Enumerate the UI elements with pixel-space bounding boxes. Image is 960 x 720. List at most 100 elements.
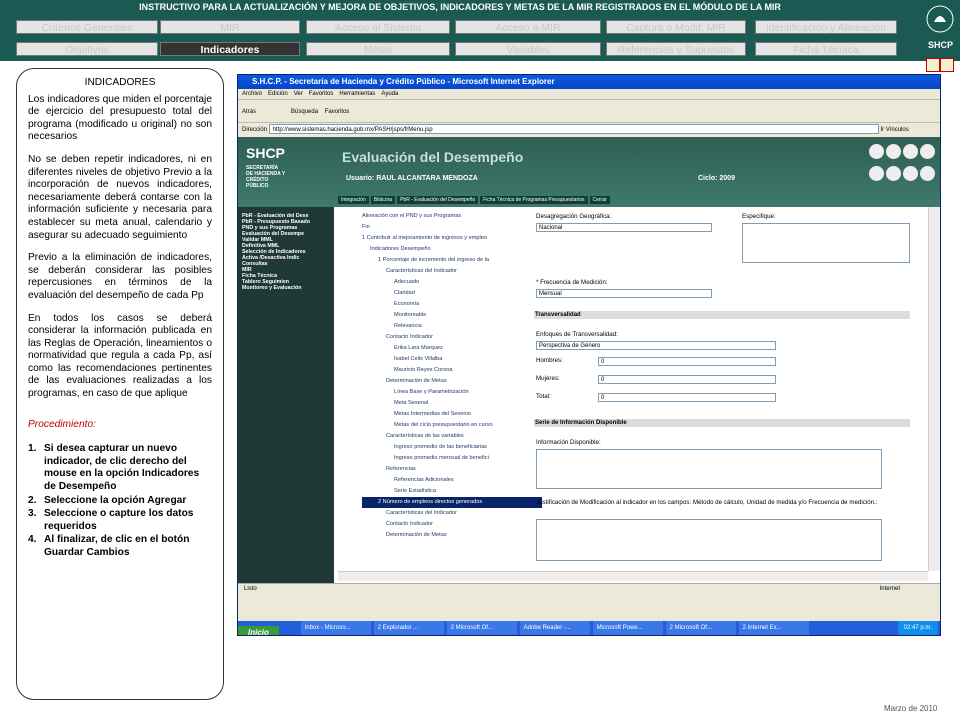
tree-node[interactable]: Alineación con el PND y sus Programas — [362, 211, 542, 222]
task-office-1[interactable]: 2 Microsoft Of... — [446, 621, 517, 635]
tree-node[interactable]: Referencias Adicionales — [362, 475, 542, 486]
hombres-input[interactable]: 0 — [598, 357, 776, 366]
task-ie[interactable]: 2 Internet Ex... — [738, 621, 809, 635]
tree-node[interactable]: Referencias — [362, 464, 542, 475]
tree-node[interactable]: Adecuado — [362, 277, 542, 288]
step-text: Seleccione o capture los datos requerido… — [44, 508, 194, 532]
tab-cerrar[interactable]: Cerrar — [589, 196, 610, 204]
tab-pbr[interactable]: PbR - Evaluación del Desempeño — [397, 196, 479, 204]
tab-bitacora[interactable]: Bitácora — [370, 196, 396, 204]
tree-node[interactable]: 1 Porcentaje de incremento del ingreso d… — [362, 255, 542, 266]
menu-favoritos[interactable]: Favoritos — [309, 91, 334, 97]
search-button[interactable]: Búsqueda — [291, 109, 318, 115]
prev-icon[interactable] — [903, 166, 918, 181]
tree-node[interactable]: Ingreso promedio de las beneficiarias — [362, 442, 542, 453]
just-label: Justificación de Modificación al indicad… — [536, 499, 878, 506]
tree-node[interactable]: Contacto Indicador — [362, 332, 542, 343]
nav-mir[interactable]: MIR — [160, 20, 300, 34]
tree-node[interactable]: 2 Número de empleos directos generados — [362, 497, 542, 508]
task-inbox[interactable]: Inbox - Microso... — [300, 621, 371, 635]
help-icon[interactable] — [920, 166, 935, 181]
back-icon[interactable] — [926, 58, 940, 72]
url-input[interactable]: http://www.sistemas.hacienda.gob.mx/PASH… — [268, 124, 879, 135]
ie-status-bar: Listo Internet — [238, 583, 940, 593]
just-textarea[interactable] — [536, 519, 882, 561]
tree-node[interactable]: Claridad — [362, 288, 542, 299]
next-icon[interactable] — [886, 166, 901, 181]
tree-node[interactable]: Serie Estadística — [362, 486, 542, 497]
shcp-label: SHCP — [928, 40, 954, 50]
freq-select[interactable]: Mensual — [536, 289, 712, 298]
nav-identificacion[interactable]: Identificación y Alineación — [755, 20, 897, 34]
task-adobe[interactable]: Adobe Reader -... — [519, 621, 590, 635]
go-button[interactable]: Ir — [880, 127, 884, 133]
nav-acceso-mir[interactable]: Acceso a MIR — [455, 20, 601, 34]
close-icon[interactable] — [920, 144, 935, 159]
procedure-steps: 1. Si desea capturar un nuevo indicador, … — [28, 443, 212, 559]
tree-node[interactable]: Indicadores Desempeño — [362, 244, 542, 255]
menu-herramientas[interactable]: Herramientas — [339, 91, 375, 97]
nav-variables[interactable]: Variables — [455, 42, 601, 56]
tab-integracion[interactable]: Integración — [338, 196, 369, 204]
favorites-button[interactable]: Favoritos — [325, 109, 350, 115]
tree-node[interactable]: Erika Lara Marquez — [362, 343, 542, 354]
phone-icon[interactable] — [869, 144, 884, 159]
start-button[interactable]: Inicio — [238, 626, 279, 635]
app-header: SHCP SECRETARÍA DE HACIENDA Y CRÉDITO PÚ… — [238, 137, 940, 207]
nav-ficha-tecnica[interactable]: Ficha Técnica — [755, 42, 897, 56]
tree-node[interactable]: Determinación de Metas — [362, 376, 542, 387]
horizontal-scrollbar[interactable] — [338, 571, 928, 581]
home-icon[interactable] — [903, 144, 918, 159]
menu-ayuda[interactable]: Ayuda — [381, 91, 398, 97]
vertical-scrollbar[interactable] — [928, 207, 940, 571]
menu-ver[interactable]: Ver — [294, 91, 303, 97]
back-button[interactable]: Atrás — [242, 109, 256, 115]
total-label: Total: — [536, 393, 551, 400]
nav-metas[interactable]: Metas — [306, 42, 450, 56]
forward-icon[interactable] — [940, 58, 954, 72]
nav-criterios[interactable]: Criterios Generales — [16, 20, 158, 34]
mail-icon[interactable] — [886, 144, 901, 159]
tree-node[interactable]: Determinación de Metas — [362, 530, 542, 541]
mujeres-input[interactable]: 0 — [598, 375, 776, 384]
tree-node[interactable]: Meta Sexenal — [362, 398, 542, 409]
tree-node[interactable]: Características de las variables — [362, 431, 542, 442]
record-icon[interactable] — [869, 166, 884, 181]
nav-objetivos[interactable]: Objetivos — [16, 42, 158, 56]
paragraph-1: Los indicadores que miden el porcentaje … — [28, 93, 212, 143]
tab-ficha[interactable]: Ficha Técnica de Programas Presupuestari… — [480, 196, 588, 204]
info-textarea[interactable] — [536, 449, 882, 489]
serie-header: Serie de Información Disponible — [534, 419, 910, 427]
tree-node[interactable]: Contacto Indicador — [362, 519, 542, 530]
nav-acceso-sistema[interactable]: Acceso al Sistema — [306, 20, 450, 34]
tree-node[interactable]: Economía — [362, 299, 542, 310]
tree-node[interactable]: Isabel Celis Villalba — [362, 354, 542, 365]
tree-node[interactable]: Mauricio Reyes Corona — [362, 365, 542, 376]
tree-node[interactable]: Metas Intermedias del Sexenio — [362, 409, 542, 420]
ie-toolbar: Atrás Búsqueda Favoritos — [238, 99, 940, 123]
nav-referencias[interactable]: Referencias y Supuestos — [606, 42, 746, 56]
task-office-2[interactable]: 2 Microsoft Of... — [665, 621, 736, 635]
tree-node[interactable]: Características del Indicador — [362, 266, 542, 277]
tree-node[interactable]: Ingreso promedio mensual de benefici — [362, 453, 542, 464]
tree-node[interactable]: Fin — [362, 222, 542, 233]
tree-node[interactable]: Metas del ciclo presupuestario en curso — [362, 420, 542, 431]
total-input[interactable]: 0 — [598, 393, 776, 402]
tree-node[interactable]: Características del Indicador — [362, 508, 542, 519]
side-menu-item[interactable]: Monitoreo y Evaluación — [242, 285, 330, 291]
nav-indicadores[interactable]: Indicadores — [160, 42, 300, 56]
task-explorer[interactable]: 2 Explorador ... — [373, 621, 444, 635]
enfoques-select[interactable]: Perspectiva de Género — [536, 341, 776, 350]
tree-node[interactable]: 1 Contribuir al mejoramiento de ingresos… — [362, 233, 542, 244]
nav-captura[interactable]: Captura o Modif. MIR — [606, 20, 746, 34]
task-powerpoint[interactable]: Microsoft Powe... — [592, 621, 663, 635]
enfoques-label: Enfoques de Transversalidad: — [536, 331, 618, 338]
tree-node[interactable]: Línea Base y Parametrización — [362, 387, 542, 398]
panel-title: INDICADORES — [84, 77, 156, 88]
tree-node[interactable]: Monitoreable — [362, 310, 542, 321]
menu-archivo[interactable]: Archivo — [242, 91, 262, 97]
especifique-field[interactable] — [742, 223, 910, 263]
desag-select[interactable]: Nacional — [536, 223, 712, 232]
tree-node[interactable]: Relevancia — [362, 321, 542, 332]
menu-edicion[interactable]: Edición — [268, 91, 288, 97]
